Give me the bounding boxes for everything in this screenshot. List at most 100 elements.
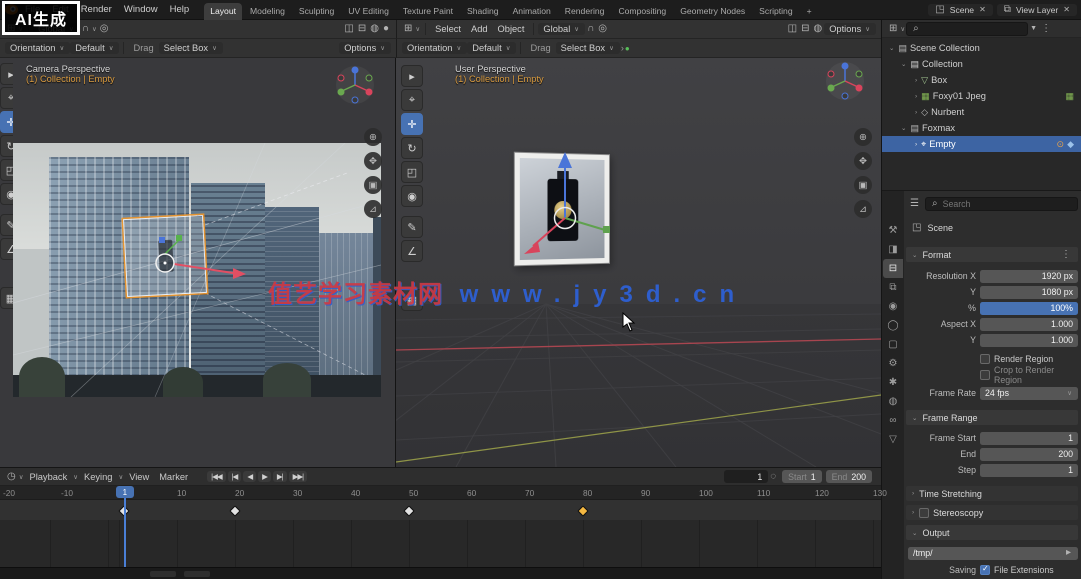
frame-end-field[interactable]: End200 [826,470,872,483]
stereoscopy-checkbox[interactable] [919,508,929,518]
properties-tab-render[interactable]: ◨ [883,240,903,259]
collapse-icon[interactable]: › [912,509,914,516]
properties-tab-constraints[interactable]: ∞ [883,411,903,430]
frame-start-field[interactable]: Start1 [782,470,821,483]
file-extensions-checkbox[interactable] [980,565,990,575]
close-icon[interactable]: ✕ [977,6,988,14]
tool-select-box[interactable]: ▸ [0,63,13,85]
properties-tab-world[interactable]: ◯ [883,316,903,335]
orientation-dropdown[interactable]: Global ∨ [538,23,585,35]
tool-select-box[interactable]: ▸ [401,65,423,87]
folder-icon[interactable]: ▸ [1064,548,1073,558]
menu-keying[interactable]: Keying [79,472,117,482]
tool-measure[interactable]: ∠ [401,240,423,262]
options-dropdown[interactable]: Options ∨ [824,23,876,35]
jump-to-end-button[interactable]: ▶▶| [289,471,307,482]
move-gizmo[interactable] [113,213,263,323]
crop-region-checkbox[interactable] [980,370,990,380]
tool-annotate[interactable]: ✎ [401,216,423,238]
preset-dropdown[interactable]: Default ∨ [467,42,516,54]
playhead[interactable]: 1 [116,486,134,568]
expand-icon[interactable]: › [915,77,917,84]
section-time-stretching[interactable]: › Time Stretching [906,486,1078,501]
tab-shading[interactable]: Shading [461,3,505,20]
snap-magnet-icon[interactable]: ∩ [585,24,596,34]
pan-hand-icon[interactable]: ✥ [854,152,872,170]
expand-icon[interactable]: › [915,109,917,116]
orientation-setting-dropdown[interactable]: Orientation ∨ [402,42,467,54]
menu-view[interactable]: View [124,472,154,482]
section-output[interactable]: ⌄ Output [906,525,1078,540]
tool-move[interactable]: ✛ [0,111,13,133]
camera-viewport[interactable]: ▸⌖✛↻◰◉✎∠▦ Camera Perspective (1) Collect… [0,58,396,467]
editor-type-icon[interactable]: ☰ [908,199,921,209]
current-frame-field[interactable]: 1 [724,470,768,483]
expand-icon[interactable]: ⌄ [889,44,894,52]
resolution-y-field[interactable]: 1080 px [980,286,1078,299]
tool-add-cube[interactable]: ▦ [401,289,423,311]
menu-select[interactable]: Select [430,24,466,34]
menu-render[interactable]: Render [75,4,118,15]
expand-icon[interactable]: › [915,93,917,100]
play-button[interactable]: ▶ [258,471,271,482]
properties-tab-modifiers[interactable]: ⚙ [883,354,903,373]
menu-add[interactable]: Add [466,24,493,34]
show-gizmo-icon[interactable]: ◫ [786,24,799,34]
outliner-row-nurbent[interactable]: › ◇ Nurbent [882,104,1081,120]
navigation-gizmo[interactable] [824,60,866,102]
tool-scale[interactable]: ◰ [401,161,423,183]
editor-type-icon[interactable]: ◷ [5,472,18,482]
properties-tab-object[interactable]: ▢ [883,335,903,354]
view-layer-selector[interactable]: ⧉ View Layer ✕ [997,4,1077,16]
properties-tab-scene[interactable]: ◉ [883,297,903,316]
menu-playback[interactable]: Playback [25,472,73,482]
visibility-icon[interactable]: ⊙ [1057,139,1065,150]
tool-rotate[interactable]: ↻ [401,137,423,159]
tool-transform[interactable]: ◉ [401,185,423,207]
image-data-icon[interactable]: ▦ [1065,91,1074,102]
show-gizmo-icon[interactable]: ◫ [342,24,355,34]
editor-type-icon[interactable]: ⊞ [887,24,899,34]
auto-keying-icon[interactable]: ◌ [768,472,778,482]
outliner-row-empty[interactable]: › ⌖ Empty ⊙ ◆ [882,136,1081,152]
shading-solid-icon[interactable]: ◍ [368,24,381,34]
properties-tab-physics[interactable]: ◍ [883,392,903,411]
snap-magnet-icon[interactable]: ∩ [80,24,91,34]
tab-texture-paint[interactable]: Texture Paint [397,3,459,20]
jump-to-start-button[interactable]: |◀◀ [207,471,225,482]
expand-icon[interactable]: › [915,141,917,148]
tab-rendering[interactable]: Rendering [559,3,611,20]
chevron-right-icon[interactable]: › [621,43,624,53]
menu-object[interactable]: Object [493,24,530,34]
collapse-icon[interactable]: ⌄ [912,251,917,259]
tab-uv-editing[interactable]: UV Editing [342,3,395,20]
tool-cursor[interactable]: ⌖ [401,89,423,111]
navigation-gizmo[interactable] [334,64,376,106]
options-dropdown[interactable]: Options ∨ [339,42,391,54]
orientation-setting-dropdown[interactable]: Orientation ∨ [5,42,70,54]
outliner-row-scene-collection[interactable]: ⌄ ▤ Scene Collection [882,40,1081,56]
next-keyframe-button[interactable]: ▶| [273,471,287,482]
tab-layout[interactable]: Layout [204,3,242,20]
tool-cursor[interactable]: ⌖ [0,87,13,109]
show-overlays-icon[interactable]: ⊟ [799,24,811,34]
render-visibility-icon[interactable]: ◆ [1067,139,1074,150]
tab-sculpting[interactable]: Sculpting [293,3,340,20]
perspective-toggle-icon[interactable]: ⊿ [854,200,872,218]
proportional-edit-icon[interactable]: ◎ [596,24,609,34]
frame-end-field[interactable]: 200 [980,448,1078,461]
camera-view-icon[interactable]: ▣ [854,176,872,194]
expand-icon[interactable]: ⌄ [901,124,906,132]
tab-scripting[interactable]: Scripting [753,3,798,20]
section-format[interactable]: ⌄ Format ⋮ [906,247,1078,262]
proportional-edit-icon[interactable]: ◎ [98,24,111,34]
properties-tab-particles[interactable]: ✱ [883,373,903,392]
preset-dropdown[interactable]: Default ∨ [70,42,119,54]
section-menu-icon[interactable]: ⋮ [1059,250,1073,260]
tool-annotate[interactable]: ✎ [0,214,13,236]
properties-search[interactable]: ⌕ [925,197,1078,211]
section-frame-range[interactable]: ⌄ Frame Range [906,410,1078,425]
frame-step-field[interactable]: 1 [980,464,1078,477]
expand-icon[interactable]: ⌄ [901,60,906,68]
prev-keyframe-button[interactable]: |◀ [228,471,242,482]
